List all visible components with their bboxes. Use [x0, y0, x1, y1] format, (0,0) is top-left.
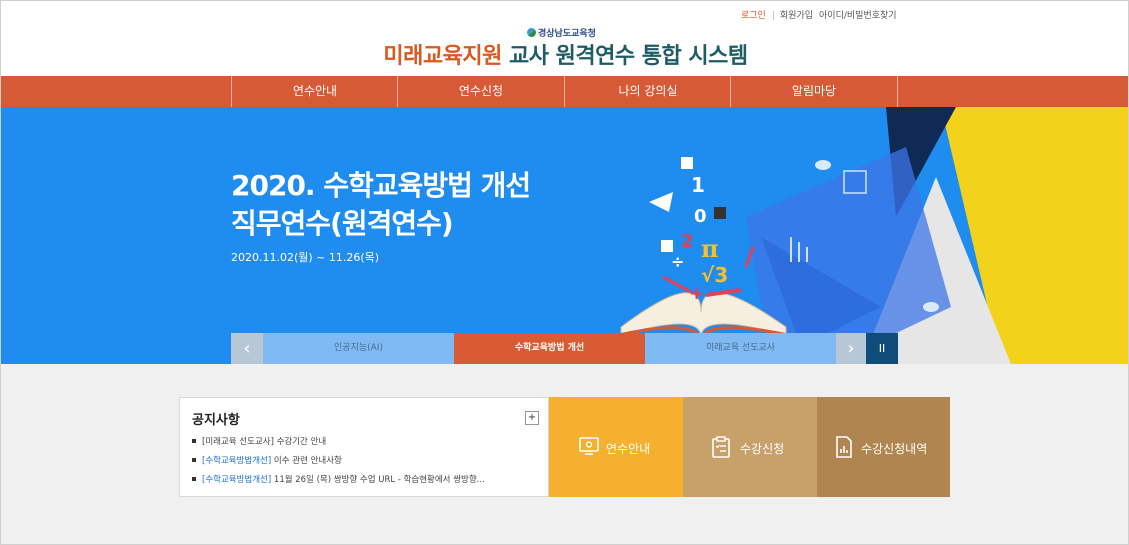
math-glyph: 0 — [694, 206, 707, 227]
chevron-right-icon[interactable]: › — [836, 333, 866, 364]
nav-item-notices[interactable]: 알림마당 — [730, 76, 897, 107]
notice-tag: [수학교육방법개선] — [202, 475, 272, 485]
site-title[interactable]: 미래교육지원 교사 원격연수 통합 시스템 — [1, 38, 1128, 70]
main-nav: 연수안내 연수신청 나의 강의실 알림마당 — [1, 76, 1128, 107]
find-account-link[interactable]: 아이디/비밀번호찾기 — [819, 11, 897, 21]
org-emblem-icon — [527, 28, 536, 37]
clipboard-icon — [712, 436, 730, 458]
dice-icon — [681, 157, 693, 169]
bullet-icon — [192, 477, 196, 481]
pencil-icon — [744, 246, 755, 268]
login-link[interactable]: 로그인 — [741, 11, 766, 21]
notice-text: [미래교육 선도교사] 수강기간 안내 — [202, 437, 327, 447]
notice-board: 공지사항 + [미래교육 선도교사] 수강기간 안내 [수학교육방법개선] 이수… — [179, 397, 549, 497]
hero-title-line1: 2020. 수학교육방법 개선 — [231, 169, 531, 202]
nav-item-course-info[interactable]: 연수안내 — [231, 76, 398, 107]
chevron-left-icon[interactable]: ‹ — [231, 333, 263, 364]
page-frame: 로그인 | 회원가입 아이디/비밀번호찾기 경상남도교육청 미래교육지원 교사 원격연… — [0, 0, 1129, 545]
utility-links: 로그인 | 회원가입 아이디/비밀번호찾기 — [741, 8, 903, 21]
quick-link-label: 수강신청내역 — [861, 442, 928, 456]
pencil-icon — [662, 275, 692, 294]
math-glyph: 2 — [681, 231, 694, 252]
math-glyph: ÷ — [671, 252, 684, 271]
nav-item-my-classroom[interactable]: 나의 강의실 — [564, 76, 731, 107]
notice-item[interactable]: [미래교육 선도교사] 수강기간 안내 — [192, 435, 326, 447]
nav-divider — [897, 76, 898, 107]
notice-more-button[interactable]: + — [525, 411, 539, 425]
hero-slider-controls: ‹ 인공지능(AI) 수학교육방법 개선 미래교육 선도교사 › II — [231, 333, 898, 364]
notice-item[interactable]: [수학교육방법개선] 11월 26일 (목) 쌍방향 수업 URL - 학습현황… — [192, 473, 485, 485]
notice-text: 11월 26일 (목) 쌍방향 수업 URL - 학습현황에서 쌍방향... — [271, 475, 485, 485]
pause-icon[interactable]: II — [866, 333, 898, 364]
math-glyph: √3 — [701, 263, 728, 287]
quick-link-label: 연수안내 — [606, 442, 651, 456]
hero-title-line2: 직무연수(원격연수) — [231, 207, 454, 240]
bullet-icon — [192, 458, 196, 462]
bullet-icon — [192, 439, 196, 443]
slider-tab-ai[interactable]: 인공지능(AI) — [263, 333, 454, 364]
cloud-icon — [923, 302, 939, 312]
monitor-icon — [579, 437, 599, 455]
quick-link-label: 수강신청 — [740, 442, 785, 456]
hero-date: 2020.11.02(월) ~ 11.26(목) — [231, 251, 380, 264]
math-glyph: π — [701, 234, 719, 263]
math-glyph: + — [689, 283, 704, 304]
dice-icon — [714, 207, 726, 219]
hero-title: 2020. 수학교육방법 개선 직무연수(원격연수) — [231, 167, 531, 243]
notice-tag: [수학교육방법개선] — [202, 456, 272, 466]
slider-tab-future-teacher[interactable]: 미래교육 선도교사 — [645, 333, 836, 364]
join-link[interactable]: 회원가입 — [780, 11, 813, 21]
site-title-main: 교사 원격연수 통합 시스템 — [509, 44, 748, 69]
nav-item-course-apply[interactable]: 연수신청 — [397, 76, 564, 107]
pencil-icon — [705, 288, 742, 297]
cloud-icon — [815, 160, 831, 170]
notice-text: 이수 관련 안내사항 — [271, 456, 342, 466]
document-chart-icon — [836, 436, 852, 458]
quick-link-apply-history[interactable]: 수강신청내역 — [817, 397, 950, 497]
site-title-accent: 미래교육지원 — [383, 44, 502, 69]
hero-illustration: 1 0 2 π √3 ÷ + — [618, 107, 1128, 364]
separator: | — [771, 11, 775, 21]
quick-link-course-apply[interactable]: 수강신청 — [683, 397, 817, 497]
hero-banner: 1 0 2 π √3 ÷ + 2020. 수학교육방법 개선 직무연수(원격연수… — [1, 107, 1128, 364]
dice-icon — [661, 240, 673, 252]
notice-item[interactable]: [수학교육방법개선] 이수 관련 안내사항 — [192, 454, 342, 466]
quick-link-course-info[interactable]: 연수안내 — [549, 397, 683, 497]
notice-title: 공지사항 — [192, 413, 240, 428]
math-glyph: 1 — [691, 173, 705, 197]
slider-tab-math[interactable]: 수학교육방법 개선 — [454, 333, 645, 364]
triangle-shape — [649, 192, 673, 212]
